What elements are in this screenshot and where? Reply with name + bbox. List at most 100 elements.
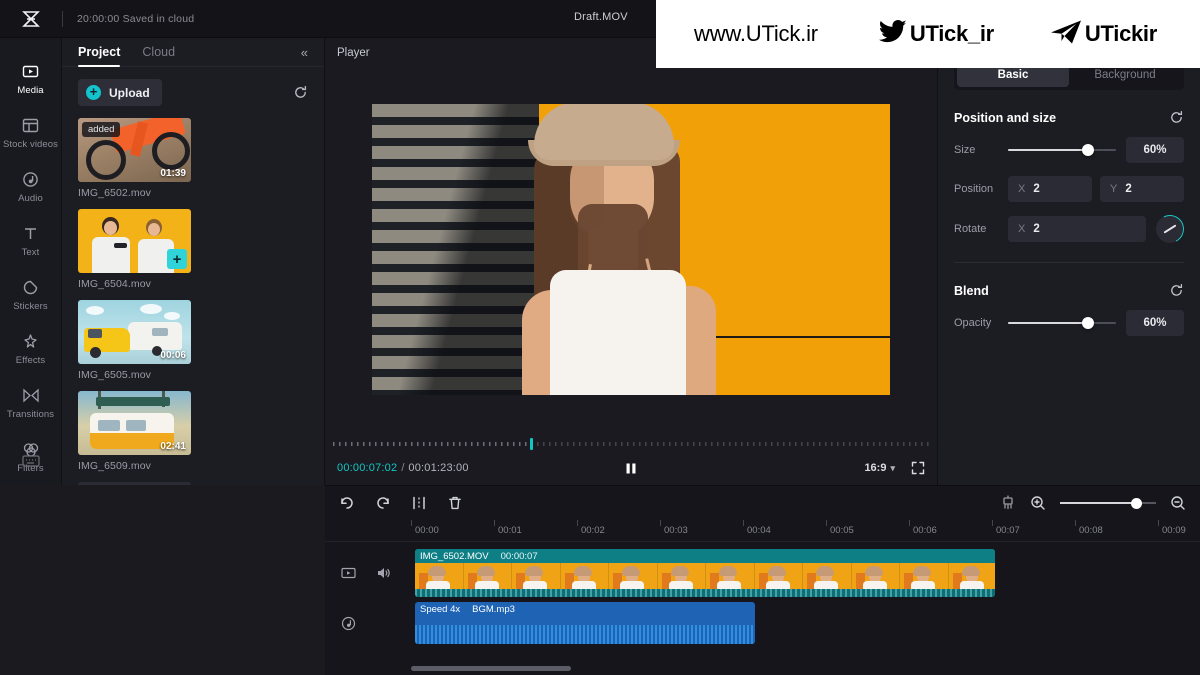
aspect-ratio-dropdown[interactable]: 16:9 ▾ bbox=[864, 462, 895, 474]
sidebar-item-transitions[interactable]: Transitions bbox=[0, 376, 62, 430]
snap-icon[interactable] bbox=[1000, 495, 1016, 511]
undo-icon[interactable] bbox=[339, 495, 355, 511]
add-to-timeline-button[interactable]: + bbox=[167, 249, 187, 270]
video-preview[interactable] bbox=[372, 104, 890, 395]
sidebar-item-text[interactable]: Text bbox=[0, 214, 62, 268]
opacity-value[interactable]: 60% bbox=[1126, 310, 1184, 336]
sidebar-item-audio[interactable]: Audio bbox=[0, 160, 62, 214]
audio-icon bbox=[22, 171, 39, 188]
sidebar-item-effects[interactable]: Effects bbox=[0, 322, 62, 376]
slider-knob[interactable] bbox=[1081, 144, 1094, 156]
filmstrip-frame bbox=[415, 563, 464, 589]
zoom-out-icon[interactable] bbox=[1170, 495, 1186, 511]
zoom-slider-knob[interactable] bbox=[1131, 497, 1143, 509]
speaker-icon[interactable] bbox=[376, 566, 391, 580]
media-duration: 00:06 bbox=[160, 350, 186, 362]
delete-icon[interactable] bbox=[447, 495, 463, 511]
video-clip-filmstrip bbox=[415, 563, 995, 589]
sidebar-item-label: Stock videos bbox=[2, 138, 59, 150]
filmstrip-frame bbox=[803, 563, 852, 589]
play-pause-button[interactable] bbox=[624, 461, 639, 476]
reset-icon[interactable] bbox=[1169, 110, 1184, 125]
media-item[interactable]: 00:06 IMG_6505.mov bbox=[78, 300, 191, 381]
watermark-url-text: www.UTick.ir bbox=[694, 21, 818, 46]
draft-name[interactable]: Draft.MOV bbox=[574, 11, 628, 23]
collapse-panel-button[interactable]: « bbox=[301, 45, 308, 66]
rotate-value: 2 bbox=[1033, 223, 1040, 235]
app-logo[interactable] bbox=[0, 10, 62, 28]
media-thumbnail[interactable]: added 01:39 bbox=[78, 118, 191, 183]
timeline-horizontal-scrollbar[interactable] bbox=[411, 666, 571, 671]
redo-icon[interactable] bbox=[375, 495, 391, 511]
audio-clip[interactable]: Speed 4x BGM.mp3 bbox=[415, 602, 755, 644]
player-scrubber[interactable] bbox=[333, 437, 929, 451]
position-x-field[interactable]: X 2 bbox=[1008, 176, 1092, 202]
media-thumbnail[interactable]: 00:06 bbox=[78, 300, 191, 365]
axis-label-x: X bbox=[1018, 223, 1026, 235]
filmstrip-frame bbox=[657, 563, 706, 589]
tab-cloud[interactable]: Cloud bbox=[142, 45, 175, 66]
time-separator: / bbox=[401, 462, 405, 474]
size-slider[interactable] bbox=[1008, 142, 1116, 158]
rotate-dial-icon[interactable] bbox=[1152, 211, 1188, 247]
sidebar-item-label: Media bbox=[17, 84, 44, 96]
axis-label-y: Y bbox=[1110, 183, 1118, 195]
split-icon[interactable] bbox=[411, 495, 427, 511]
video-track-icon[interactable] bbox=[341, 566, 356, 580]
sidebar-item-label: Transitions bbox=[6, 408, 55, 420]
media-thumbnail[interactable]: ♪ 03:35 bbox=[78, 482, 191, 485]
player-title: Player bbox=[337, 47, 370, 59]
media-thumbnail[interactable]: + bbox=[78, 209, 191, 274]
media-item[interactable]: 02:41 IMG_6509.mov bbox=[78, 391, 191, 472]
media-grid: added 01:39 IMG_6502.mov + IMG_6504.mov … bbox=[62, 116, 324, 485]
slider-knob[interactable] bbox=[1081, 317, 1094, 329]
current-time: 00:00:07:02 bbox=[337, 462, 398, 474]
upload-button[interactable]: + Upload bbox=[78, 79, 162, 107]
watermark-overlay: www.UTick.ir UTick_ir UTickir bbox=[656, 0, 1200, 68]
fullscreen-button[interactable] bbox=[911, 461, 925, 475]
media-item[interactable]: ♪ 03:35 BGM.mp3 bbox=[78, 482, 191, 485]
position-y-field[interactable]: Y 2 bbox=[1100, 176, 1184, 202]
playhead-handle[interactable] bbox=[529, 438, 533, 450]
timeline-tracks: IMG_6502.MOV 00:00:07 Speed 4x BGM.mp3 bbox=[325, 542, 1200, 675]
sidebar-item-stickers[interactable]: Stickers bbox=[0, 268, 62, 322]
capcut-logo-icon bbox=[21, 10, 41, 28]
rotate-x-field[interactable]: X 2 bbox=[1008, 216, 1146, 242]
watermark-twitter-handle: UTick_ir bbox=[909, 21, 994, 46]
transitions-icon bbox=[22, 387, 40, 404]
refresh-button[interactable] bbox=[293, 85, 308, 100]
player-right-controls: 16:9 ▾ bbox=[864, 461, 925, 475]
media-duration: 02:41 bbox=[160, 441, 186, 453]
filmstrip-frame bbox=[560, 563, 609, 589]
media-panel-tabs: Project Cloud « bbox=[62, 38, 324, 68]
media-item[interactable]: + IMG_6504.mov bbox=[78, 209, 191, 290]
filmstrip-frame bbox=[948, 563, 995, 589]
video-track-controls bbox=[325, 566, 415, 580]
position-x-value: 2 bbox=[1033, 183, 1040, 195]
player-section: Player 00:00:07:02 / 00:01:23:00 16:9 ▾ bbox=[325, 38, 937, 485]
watermark-website: www.UTick.ir bbox=[694, 21, 818, 47]
media-filename: IMG_6509.mov bbox=[78, 460, 151, 473]
preview-subject bbox=[482, 104, 716, 395]
video-clip-duration: 00:00:07 bbox=[500, 550, 538, 562]
sidebar-item-stock-videos[interactable]: Stock videos bbox=[0, 106, 62, 160]
sidebar-item-media[interactable]: Media bbox=[0, 52, 62, 106]
audio-clip-waveform bbox=[415, 616, 755, 644]
topbar-divider bbox=[62, 10, 63, 27]
zoom-in-icon[interactable] bbox=[1030, 495, 1046, 511]
reset-icon[interactable] bbox=[1169, 283, 1184, 298]
tab-project[interactable]: Project bbox=[78, 45, 121, 68]
video-clip[interactable]: IMG_6502.MOV 00:00:07 bbox=[415, 549, 995, 597]
sidebar-item-label: Text bbox=[21, 246, 40, 258]
total-time: 00:01:23:00 bbox=[408, 462, 469, 474]
size-value[interactable]: 60% bbox=[1126, 137, 1184, 163]
timeline-zoom-slider[interactable] bbox=[1060, 496, 1156, 510]
opacity-slider[interactable] bbox=[1008, 315, 1116, 331]
sidebar-bottom[interactable] bbox=[0, 454, 62, 473]
sidebar-item-label: Stickers bbox=[13, 300, 48, 312]
player-stage bbox=[325, 68, 937, 437]
music-track-icon[interactable] bbox=[341, 616, 356, 631]
media-thumbnail[interactable]: 02:41 bbox=[78, 391, 191, 456]
media-item[interactable]: added 01:39 IMG_6502.mov bbox=[78, 118, 191, 199]
timeline-ruler[interactable]: 00:00 00:01 00:02 00:03 00:04 00:05 00:06 00:07… bbox=[325, 520, 1200, 542]
